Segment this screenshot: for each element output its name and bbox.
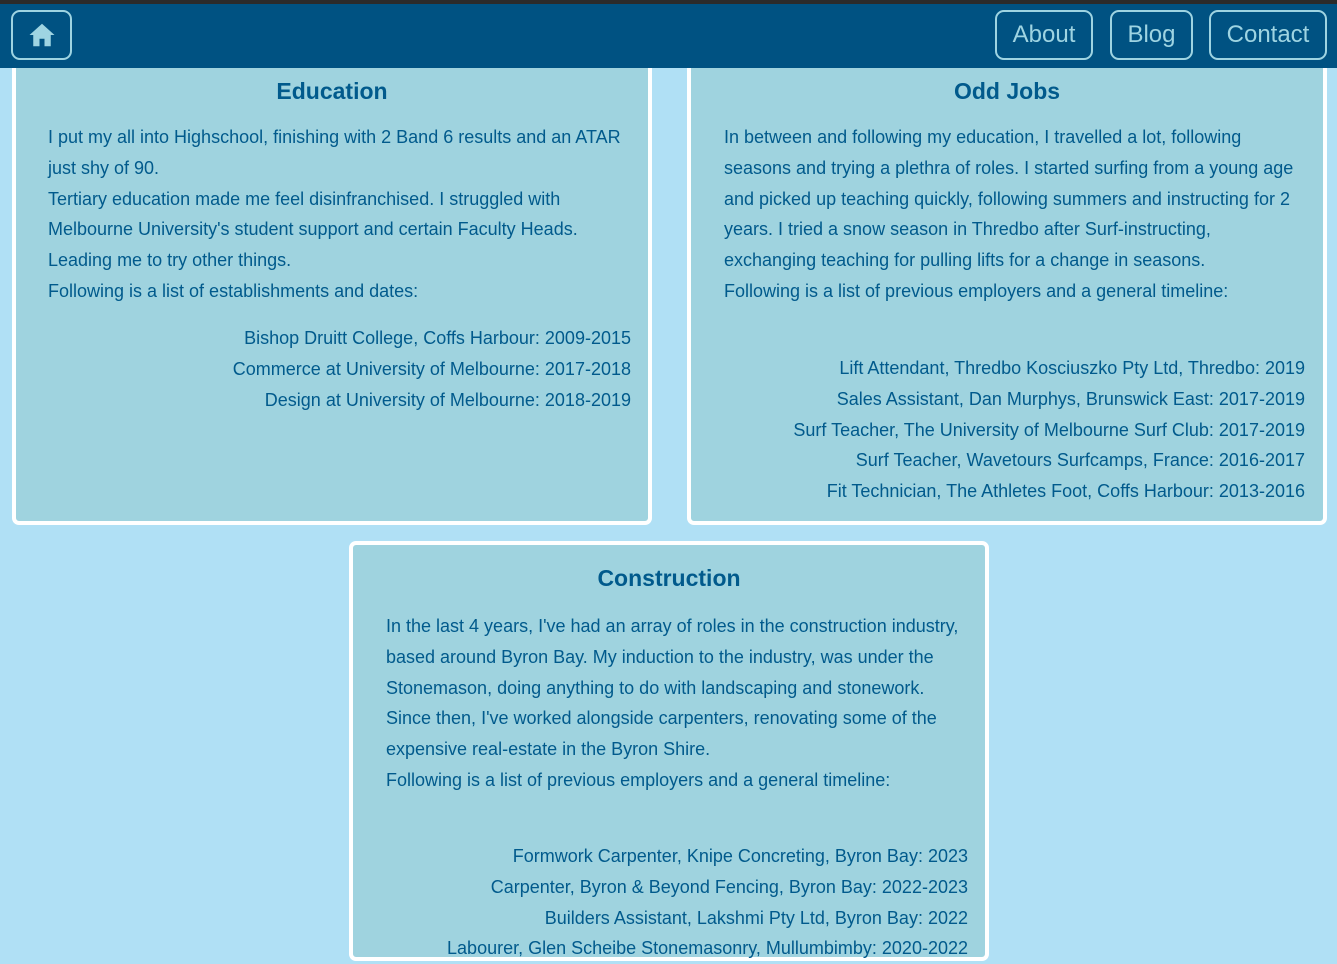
list-item: Fit Technician, The Athletes Foot, Coffs… <box>826 481 1305 502</box>
construction-title: Construction <box>597 565 741 591</box>
contact-button[interactable]: Contact <box>1209 10 1327 60</box>
blog-button[interactable]: Blog <box>1110 10 1193 60</box>
list-item: Formwork Carpenter, Knipe Concreting, By… <box>512 846 968 866</box>
list-item: Surf Teacher, Wavetours Surfcamps, Franc… <box>855 450 1305 471</box>
odd-jobs-body: In between and following my education, I… <box>724 122 1303 307</box>
construction-paragraph: In the last 4 years, I've had an array o… <box>386 616 959 698</box>
list-item: Surf Teacher, The University of Melbourn… <box>793 419 1305 440</box>
list-item: Sales Assistant, Dan Murphys, Brunswick … <box>836 388 1305 409</box>
education-card: Education I put my all into Highschool, … <box>12 50 652 525</box>
education-title: Education <box>276 78 388 104</box>
list-item: Lift Attendant, Thredbo Kosciuszko Pty L… <box>839 358 1305 378</box>
top-navbar: About Blog Contact <box>0 4 1337 68</box>
construction-paragraph: Following is a list of previous employer… <box>386 769 891 790</box>
odd-jobs-list: Lift Attendant, Thredbo Kosciuszko Pty L… <box>711 353 1305 507</box>
education-paragraph: Following is a list of establishments an… <box>48 280 419 301</box>
education-body: I put my all into Highschool, finishing … <box>48 122 628 307</box>
list-item: Design at University of Melbourne: 2018-… <box>264 389 631 410</box>
odd-jobs-title: Odd Jobs <box>953 78 1061 104</box>
construction-paragraph: Since then, I've worked alongside carpen… <box>386 708 937 760</box>
construction-body: In the last 4 years, I've had an array o… <box>386 611 965 796</box>
education-paragraph: Tertiary education made me feel disinfra… <box>48 188 578 271</box>
list-item: Labourer, Glen Scheibe Stonemasonry, Mul… <box>447 938 968 959</box>
about-button[interactable]: About <box>995 10 1093 60</box>
odd-jobs-card: Odd Jobs In between and following my edu… <box>687 50 1327 525</box>
education-paragraph: I put my all into Highschool, finishing … <box>48 127 621 178</box>
odd-jobs-paragraph: Following is a list of previous employer… <box>724 280 1229 301</box>
list-item: Commerce at University of Melbourne: 201… <box>232 358 631 379</box>
education-list: Bishop Druitt College, Coffs Harbour: 20… <box>36 323 631 415</box>
list-item: Carpenter, Byron & Beyond Fencing, Byron… <box>490 876 968 897</box>
list-item: Builders Assistant, Lakshmi Pty Ltd, Byr… <box>544 907 968 928</box>
home-button[interactable] <box>11 10 72 60</box>
construction-list: Formwork Carpenter, Knipe Concreting, By… <box>373 841 968 964</box>
list-item: Bishop Druitt College, Coffs Harbour: 20… <box>244 328 631 348</box>
construction-card: Construction In the last 4 years, I've h… <box>349 541 989 961</box>
odd-jobs-paragraph: In between and following my education, I… <box>724 127 1294 271</box>
home-icon <box>29 23 54 47</box>
